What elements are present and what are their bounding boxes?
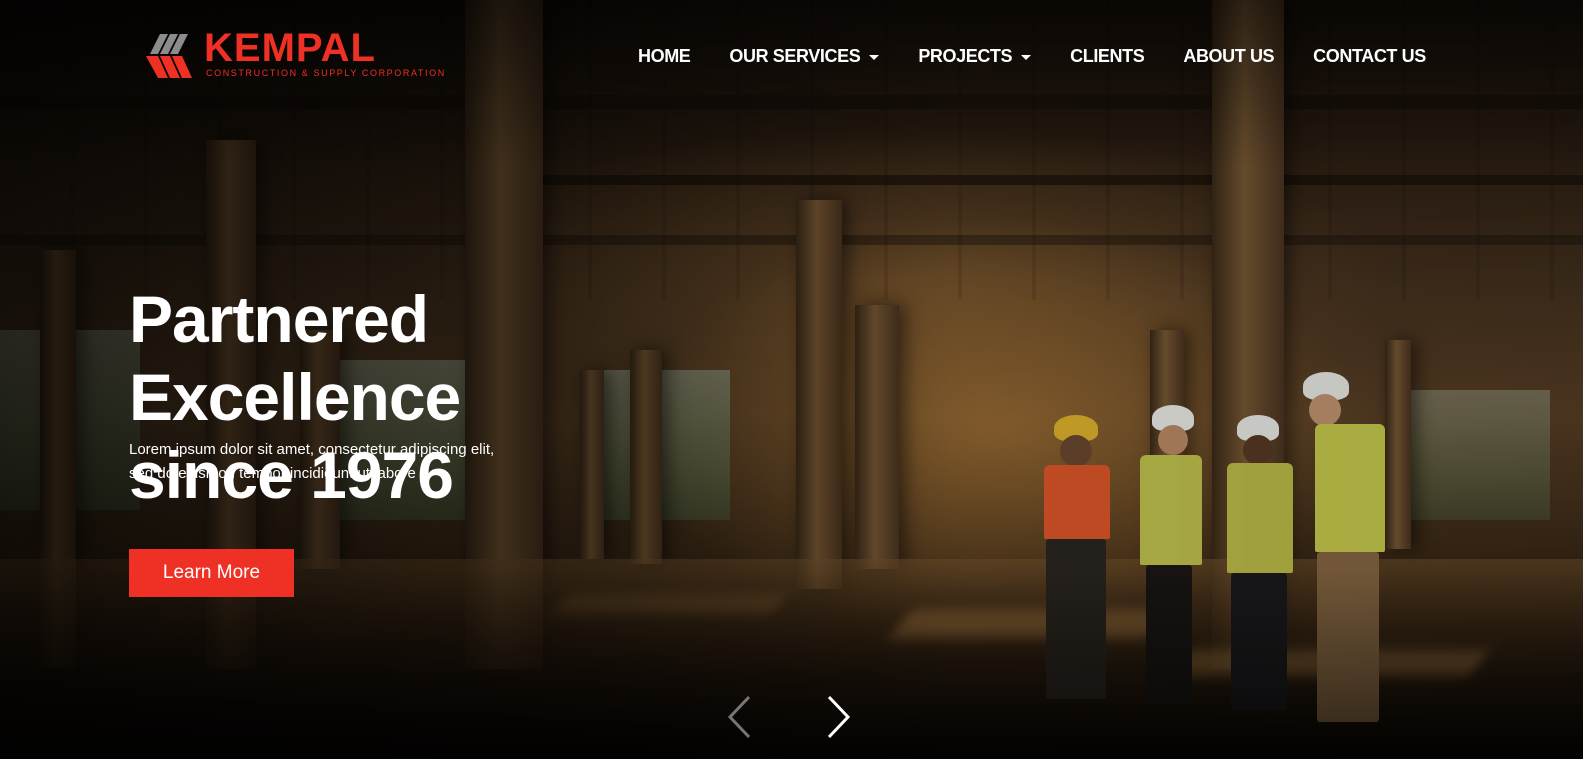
hero-subtext-line: sed do eiusmod tempor incididunt ut labo… <box>129 465 416 482</box>
kempal-logo-icon <box>146 34 192 78</box>
nav-item-projects[interactable]: PROJECTS <box>918 45 1032 67</box>
nav-item-our-services[interactable]: OUR SERVICES <box>729 45 880 67</box>
hero-subtext-line: Lorem ipsum dolor sit amet, consectetur … <box>129 441 495 458</box>
nav-item-about-us[interactable]: ABOUT US <box>1183 46 1274 67</box>
hero-subtext: Lorem ipsum dolor sit amet, consectetur … <box>129 438 549 486</box>
carousel-next-button[interactable] <box>823 694 853 740</box>
caret-down-icon <box>1021 54 1032 60</box>
hero-headline-line: Partnered Excellence <box>129 282 461 434</box>
site-logo[interactable]: KEMPAL CONSTRUCTION & SUPPLY CORPORATION <box>146 26 444 80</box>
nav-item-label: CONTACT US <box>1313 45 1426 66</box>
nav-item-label: CLIENTS <box>1070 45 1145 66</box>
learn-more-button[interactable]: Learn More <box>129 549 294 597</box>
nav-item-label: PROJECTS <box>918 45 1013 66</box>
nav-item-label: ABOUT US <box>1183 45 1275 66</box>
nav-item-label: HOME <box>638 45 691 66</box>
carousel-prev-button[interactable] <box>725 694 755 740</box>
brand-name: KEMPAL <box>204 26 376 70</box>
caret-down-icon <box>869 54 880 60</box>
chevron-left-icon <box>727 695 751 739</box>
nav-item-home[interactable]: HOME <box>638 45 691 67</box>
nav-item-contact-us[interactable]: CONTACT US <box>1313 46 1426 67</box>
chevron-right-icon <box>827 695 851 739</box>
nav-item-clients[interactable]: CLIENTS <box>1070 45 1145 67</box>
main-navigation: HOME OUR SERVICES PROJECTS CLIENTS ABOUT… <box>638 42 1426 70</box>
brand-tagline: CONSTRUCTION & SUPPLY CORPORATION <box>206 68 446 78</box>
nav-item-label: OUR SERVICES <box>729 45 861 66</box>
